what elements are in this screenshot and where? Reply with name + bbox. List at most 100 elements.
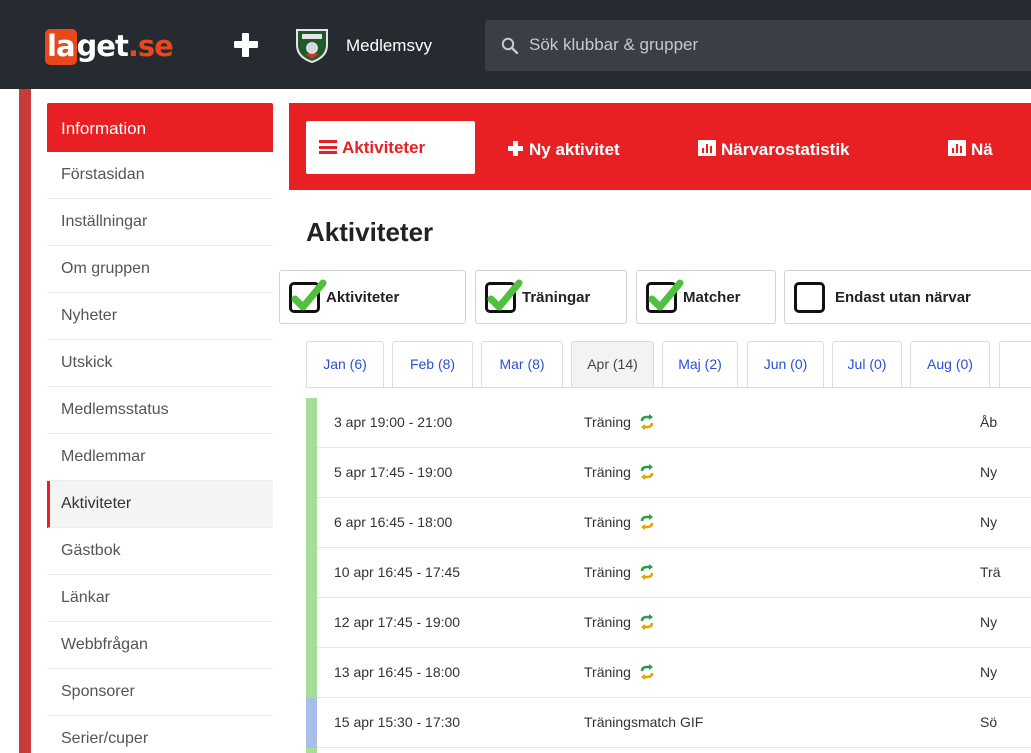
activity-type-label: Träning	[584, 514, 631, 530]
activity-time: 5 apr 17:45 - 19:00	[334, 464, 453, 480]
activity-time: 12 apr 17:45 - 19:00	[334, 614, 461, 630]
activity-row[interactable]: 12 apr 17:45 - 19:00 Träning Ny	[306, 598, 1031, 648]
activity-type: Träning	[584, 564, 655, 580]
sync-icon	[640, 514, 654, 530]
activity-row[interactable]: 15 apr 15:30 - 17:30 Träningsmatch GIF S…	[306, 698, 1031, 748]
activity-time: 3 apr 19:00 - 21:00	[334, 414, 453, 430]
tab-month-aug[interactable]: Aug (0)	[910, 341, 990, 387]
checkbox-checked-icon	[485, 279, 523, 313]
activity-type-label: Träning	[584, 614, 631, 630]
activity-row[interactable]: 13 apr 16:45 - 18:00 Träning Ny	[306, 648, 1031, 698]
sidebar-item-webbfragan[interactable]: Webbfrågan	[47, 622, 273, 669]
activity-time: 6 apr 16:45 - 18:00	[334, 514, 453, 530]
sidebar-item-nyheter[interactable]: Nyheter	[47, 293, 273, 340]
tab-month-jan[interactable]: Jan (6)	[306, 341, 384, 387]
left-accent-stripe	[19, 89, 31, 753]
club-logo-icon[interactable]	[295, 27, 329, 63]
sidebar-item-medlemmar[interactable]: Medlemmar	[47, 434, 273, 481]
activity-location: Trä	[980, 564, 1001, 580]
sidebar-item-installningar[interactable]: Inställningar	[47, 199, 273, 246]
activity-location: Ny	[980, 464, 998, 480]
activity-row[interactable]: 10 apr 16:45 - 17:45 Träning Trä	[306, 548, 1031, 598]
member-view-link[interactable]: Medlemsvy	[346, 35, 432, 57]
checkbox-empty-icon	[794, 282, 825, 313]
sidebar-item-forstasidan[interactable]: Förstasidan	[47, 152, 273, 199]
activity-row[interactable]: 6 apr 16:45 - 18:00 Träning Ny	[306, 498, 1031, 548]
tab-aktiviteter[interactable]: Aktiviteter	[306, 121, 475, 174]
tab-month-more[interactable]	[999, 341, 1031, 387]
activity-time: 10 apr 16:45 - 17:45	[334, 564, 461, 580]
tab-month-feb[interactable]: Feb (8)	[392, 341, 473, 387]
activity-location: Åb	[980, 414, 998, 430]
sidebar-heading[interactable]: Information	[47, 103, 273, 152]
activity-type: Träningsmatch GIF	[584, 714, 703, 730]
activity-location: Ny	[980, 614, 998, 630]
sync-icon	[640, 564, 654, 580]
page-title: Aktiviteter	[306, 217, 434, 247]
activity-color-bar	[306, 448, 317, 498]
filter-matcher[interactable]: Matcher	[636, 270, 776, 324]
attendance-stats-label: Närvarostatistik	[721, 140, 850, 159]
activity-location: Ny	[980, 664, 998, 680]
add-icon[interactable]	[232, 31, 260, 59]
activity-time: 15 apr 15:30 - 17:30	[334, 714, 461, 730]
activity-row[interactable]: 3 apr 19:00 - 21:00 Träning Åb	[306, 398, 1031, 448]
activity-type-label: Träningsmatch GIF	[584, 714, 704, 730]
activity-color-bar	[306, 498, 317, 548]
sync-icon	[640, 414, 654, 430]
more-stats-button[interactable]: Nä	[948, 139, 993, 161]
tab-month-jun[interactable]: Jun (0)	[747, 341, 824, 387]
new-activity-label: Ny aktivitet	[529, 140, 620, 159]
activity-row-partial[interactable]	[306, 748, 1031, 753]
activity-type: Träning	[584, 614, 655, 630]
filter-traningar[interactable]: Träningar	[475, 270, 627, 324]
attendance-stats-button[interactable]: Närvarostatistik	[698, 139, 850, 161]
logo-part-se: .se	[127, 29, 174, 63]
activity-time: 13 apr 16:45 - 18:00	[334, 664, 461, 680]
search-input[interactable]: Sök klubbar & grupper	[485, 20, 1031, 71]
tab-month-mar[interactable]: Mar (8)	[481, 341, 563, 387]
activity-type: Träning	[584, 514, 655, 530]
activity-type-label: Träning	[584, 414, 631, 430]
filter-label: Matcher	[683, 289, 741, 306]
sync-icon	[640, 464, 654, 480]
activity-color-bar	[306, 548, 317, 598]
stat-icon	[698, 140, 716, 156]
activity-location: Sö	[980, 714, 998, 730]
filter-label: Träningar	[522, 289, 591, 306]
filter-aktiviteter[interactable]: Aktiviteter	[279, 270, 466, 324]
tab-month-jul[interactable]: Jul (0)	[832, 341, 902, 387]
search-icon	[501, 37, 518, 54]
sidebar-item-serier-cuper[interactable]: Serier/cuper	[47, 716, 273, 753]
activity-row[interactable]: 5 apr 17:45 - 19:00 Träning Ny	[306, 448, 1031, 498]
month-tabs-divider	[306, 387, 1031, 388]
sidebar-item-sponsorer[interactable]: Sponsorer	[47, 669, 273, 716]
activity-type: Träning	[584, 664, 655, 680]
more-stats-label: Nä	[971, 140, 993, 159]
sidebar-item-om-gruppen[interactable]: Om gruppen	[47, 246, 273, 293]
logo-part-get: get	[76, 29, 129, 63]
filter-label: Aktiviteter	[326, 289, 400, 306]
activity-location: Ny	[980, 514, 998, 530]
activity-toolbar: Aktiviteter Ny aktivitet Närvarostatisti…	[289, 103, 1031, 190]
sidebar-item-medlemsstatus[interactable]: Medlemsstatus	[47, 387, 273, 434]
sidebar-item-utskick[interactable]: Utskick	[47, 340, 273, 387]
activity-type: Träning	[584, 464, 655, 480]
sidebar-item-gastbok[interactable]: Gästbok	[47, 528, 273, 575]
activity-type-label: Träning	[584, 664, 631, 680]
tab-month-apr[interactable]: Apr (14)	[571, 341, 654, 387]
tab-month-maj[interactable]: Maj (2)	[662, 341, 738, 387]
laget-logo[interactable]: laget.se	[45, 26, 174, 66]
sidebar-item-aktiviteter[interactable]: Aktiviteter	[47, 481, 273, 528]
sidebar-item-lankar[interactable]: Länkar	[47, 575, 273, 622]
new-activity-button[interactable]: Ny aktivitet	[508, 139, 620, 161]
search-placeholder: Sök klubbar & grupper	[529, 35, 699, 54]
top-bar: laget.se Medlemsvy Sök klubbar & grupper	[0, 0, 1031, 89]
hamburger-icon	[319, 140, 337, 154]
tab-aktiviteter-label: Aktiviteter	[342, 138, 426, 157]
checkbox-checked-icon	[646, 279, 684, 313]
plus-icon	[508, 141, 523, 156]
sync-icon	[640, 664, 654, 680]
main-content: Aktiviteter Ny aktivitet Närvarostatisti…	[279, 103, 1031, 753]
filter-endast-utan-narvaro[interactable]: Endast utan närvar	[784, 270, 1031, 324]
